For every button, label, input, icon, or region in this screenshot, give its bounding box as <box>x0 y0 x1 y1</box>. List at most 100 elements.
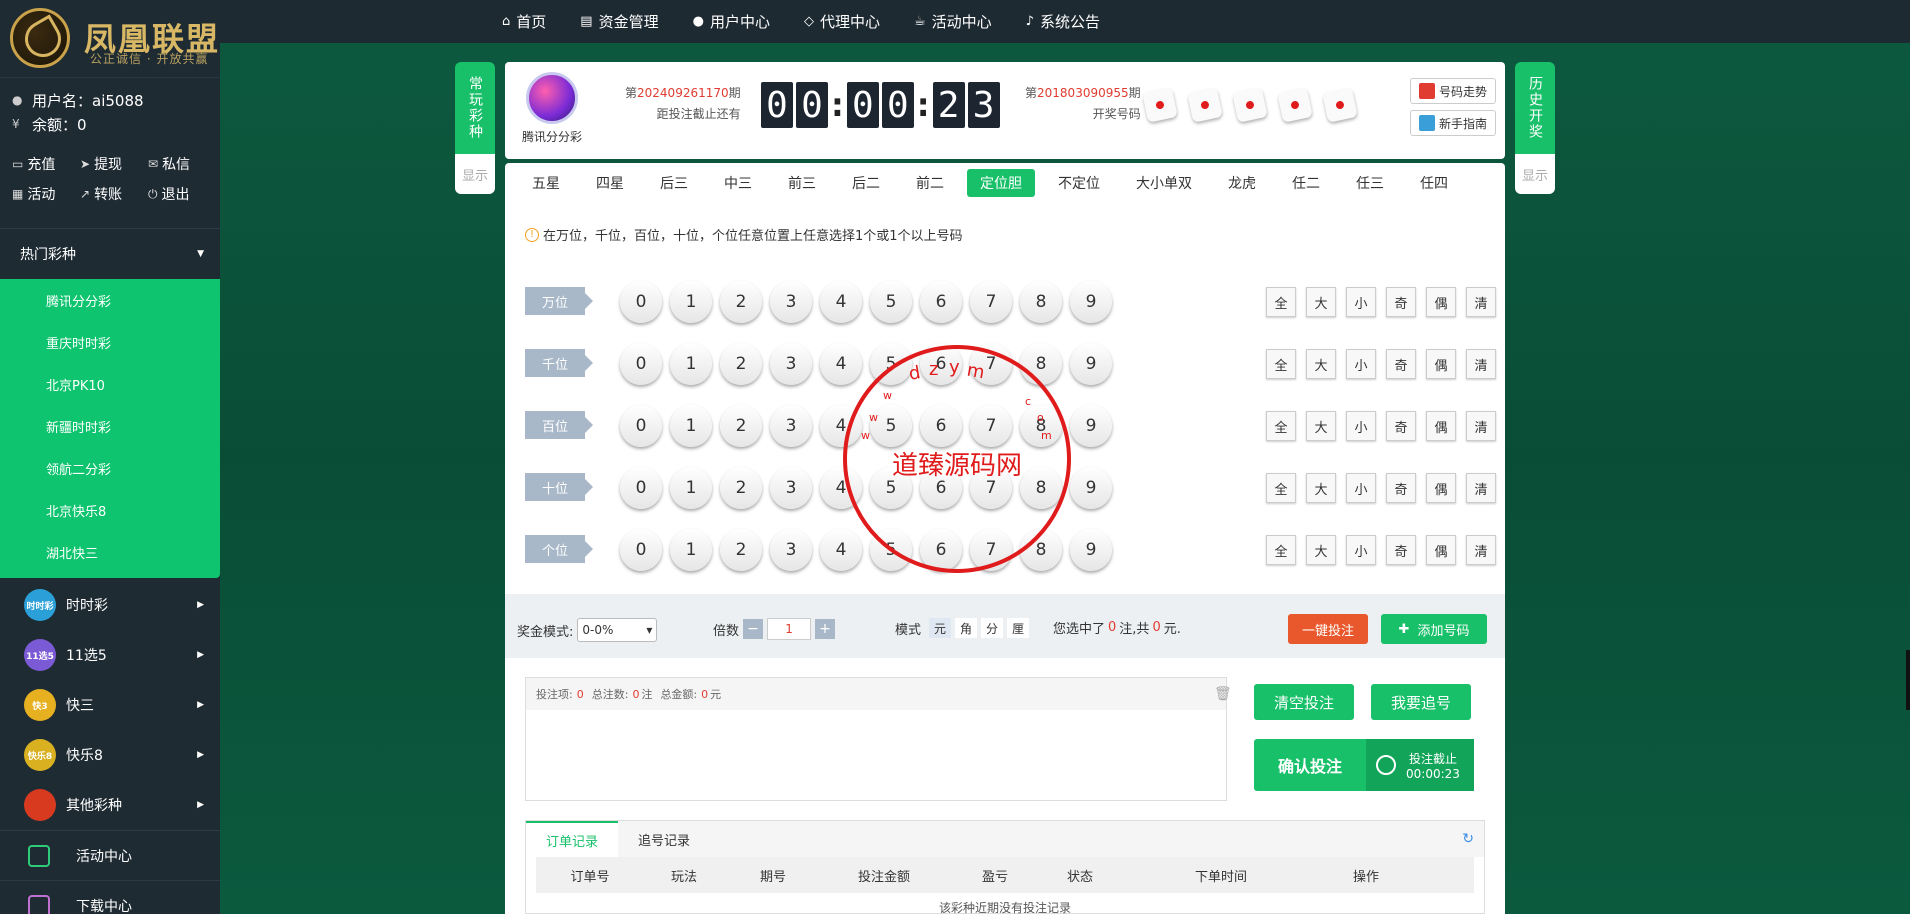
filter-button[interactable]: 奇 <box>1386 349 1416 379</box>
number-ball[interactable]: 9 <box>1070 467 1112 509</box>
filter-button[interactable]: 小 <box>1346 287 1376 317</box>
filter-button[interactable]: 偶 <box>1426 349 1456 379</box>
message-link[interactable]: ✉ 私信 <box>148 154 216 174</box>
filter-button[interactable]: 清 <box>1466 411 1496 441</box>
number-ball[interactable]: 0 <box>620 529 662 571</box>
number-ball[interactable]: 0 <box>620 343 662 385</box>
history-show-toggle[interactable]: 显示 <box>1515 154 1555 194</box>
filter-button[interactable]: 奇 <box>1386 411 1416 441</box>
number-ball[interactable]: 3 <box>770 529 812 571</box>
number-ball[interactable]: 4 <box>820 343 862 385</box>
sidebar-item-hot[interactable]: 北京快乐8 <box>0 489 220 531</box>
number-ball[interactable]: 7 <box>970 281 1012 323</box>
tab-play-3[interactable]: 中三 <box>711 169 765 197</box>
tab-order-records[interactable]: 订单记录 <box>526 821 618 857</box>
sidebar-item-hot[interactable]: 腾讯分分彩 <box>0 279 220 321</box>
filter-button[interactable]: 全 <box>1266 411 1296 441</box>
number-ball[interactable]: 0 <box>620 281 662 323</box>
multiplier-plus-button[interactable]: + <box>815 619 836 639</box>
mode-fen[interactable]: 分 <box>981 618 1004 638</box>
filter-button[interactable]: 清 <box>1466 535 1496 565</box>
sidebar-item-hot[interactable]: 领航二分彩 <box>0 447 220 489</box>
quick-bet-button[interactable]: 一键投注 <box>1288 614 1368 644</box>
category-ssc[interactable]: 时时彩 时时彩 ▶ <box>0 580 220 630</box>
clear-bet-button[interactable]: 清空投注 <box>1254 684 1354 720</box>
filter-button[interactable]: 全 <box>1266 535 1296 565</box>
filter-button[interactable]: 清 <box>1466 349 1496 379</box>
guide-button[interactable]: 新手指南 <box>1410 110 1496 136</box>
filter-button[interactable]: 偶 <box>1426 473 1456 503</box>
sidebar-item-hot[interactable]: 北京PK10 <box>0 363 220 405</box>
tab-play-1[interactable]: 四星 <box>583 169 637 197</box>
tab-play-10[interactable]: 龙虎 <box>1215 169 1269 197</box>
number-ball[interactable]: 1 <box>670 467 712 509</box>
activity-center-link[interactable]: 活动中心 <box>0 830 220 880</box>
filter-button[interactable]: 小 <box>1346 349 1376 379</box>
filter-button[interactable]: 清 <box>1466 287 1496 317</box>
favorite-lottery-tab[interactable]: 常玩彩种 <box>455 62 495 154</box>
filter-button[interactable]: 全 <box>1266 349 1296 379</box>
number-ball[interactable]: 2 <box>720 467 762 509</box>
number-ball[interactable]: 0 <box>620 405 662 447</box>
history-draw-tab[interactable]: 历史开奖 <box>1515 62 1555 154</box>
number-ball[interactable]: 1 <box>670 343 712 385</box>
filter-button[interactable]: 大 <box>1306 535 1336 565</box>
tab-play-2[interactable]: 后三 <box>647 169 701 197</box>
filter-button[interactable]: 大 <box>1306 411 1336 441</box>
filter-button[interactable]: 偶 <box>1426 535 1456 565</box>
logout-link[interactable]: ⏻ 退出 <box>148 184 216 204</box>
filter-button[interactable]: 全 <box>1266 287 1296 317</box>
logo[interactable]: 凤凰联盟 公正诚信 · 开放共赢 <box>0 0 220 78</box>
transfer-link[interactable]: ↗ 转账 <box>80 184 148 204</box>
filter-button[interactable]: 奇 <box>1386 535 1416 565</box>
multiplier-minus-button[interactable]: − <box>743 619 764 639</box>
multiplier-input[interactable]: 1 <box>767 618 812 640</box>
activity-link[interactable]: ▦ 活动 <box>12 184 80 204</box>
number-ball[interactable]: 1 <box>670 529 712 571</box>
number-ball[interactable]: 1 <box>670 281 712 323</box>
tab-play-8[interactable]: 不定位 <box>1045 169 1113 197</box>
category-k3[interactable]: 快3 快三 ▶ <box>0 680 220 730</box>
nav-funds[interactable]: ▤ 资金管理 <box>580 11 658 32</box>
number-ball[interactable]: 6 <box>920 281 962 323</box>
mode-li[interactable]: 厘 <box>1007 618 1030 638</box>
tab-play-11[interactable]: 任二 <box>1279 169 1333 197</box>
category-11x5[interactable]: 11选5 11选5 ▶ <box>0 630 220 680</box>
number-ball[interactable]: 4 <box>820 281 862 323</box>
tab-play-5[interactable]: 后二 <box>839 169 893 197</box>
number-ball[interactable]: 9 <box>1070 343 1112 385</box>
number-ball[interactable]: 2 <box>720 405 762 447</box>
filter-button[interactable]: 小 <box>1346 411 1376 441</box>
number-ball[interactable]: 3 <box>770 405 812 447</box>
filter-button[interactable]: 小 <box>1346 535 1376 565</box>
number-ball[interactable]: 8 <box>1020 281 1062 323</box>
download-center-link[interactable]: 下载中心 <box>0 880 220 914</box>
number-ball[interactable]: 3 <box>770 281 812 323</box>
trend-button[interactable]: 号码走势 <box>1410 78 1496 104</box>
tab-play-0[interactable]: 五星 <box>519 169 573 197</box>
nav-home[interactable]: ⌂ 首页 <box>502 11 546 32</box>
filter-button[interactable]: 全 <box>1266 473 1296 503</box>
filter-button[interactable]: 清 <box>1466 473 1496 503</box>
filter-button[interactable]: 偶 <box>1426 287 1456 317</box>
chase-button[interactable]: 我要追号 <box>1371 684 1471 720</box>
withdraw-link[interactable]: ➤ 提现 <box>80 154 148 174</box>
add-number-button[interactable]: ✚ 添加号码 <box>1381 614 1487 644</box>
tab-play-12[interactable]: 任三 <box>1343 169 1397 197</box>
filter-button[interactable]: 大 <box>1306 473 1336 503</box>
sidebar-item-hot[interactable]: 重庆时时彩 <box>0 321 220 363</box>
trash-icon[interactable]: 🗑 <box>1214 686 1232 702</box>
nav-user-center[interactable]: ● 用户中心 <box>693 11 770 32</box>
nav-announce[interactable]: ♪ 系统公告 <box>1026 11 1100 32</box>
mode-jiao[interactable]: 角 <box>955 618 978 638</box>
number-ball[interactable]: 3 <box>770 343 812 385</box>
filter-button[interactable]: 偶 <box>1426 411 1456 441</box>
tab-play-4[interactable]: 前三 <box>775 169 829 197</box>
filter-button[interactable]: 大 <box>1306 349 1336 379</box>
filter-button[interactable]: 奇 <box>1386 473 1416 503</box>
number-ball[interactable]: 0 <box>620 467 662 509</box>
sidebar-item-hot[interactable]: 湖北快三 <box>0 531 220 573</box>
favorite-show-toggle[interactable]: 显示 <box>455 154 495 194</box>
scrollbar[interactable] <box>1906 650 1910 710</box>
mode-yuan[interactable]: 元 <box>929 618 952 638</box>
